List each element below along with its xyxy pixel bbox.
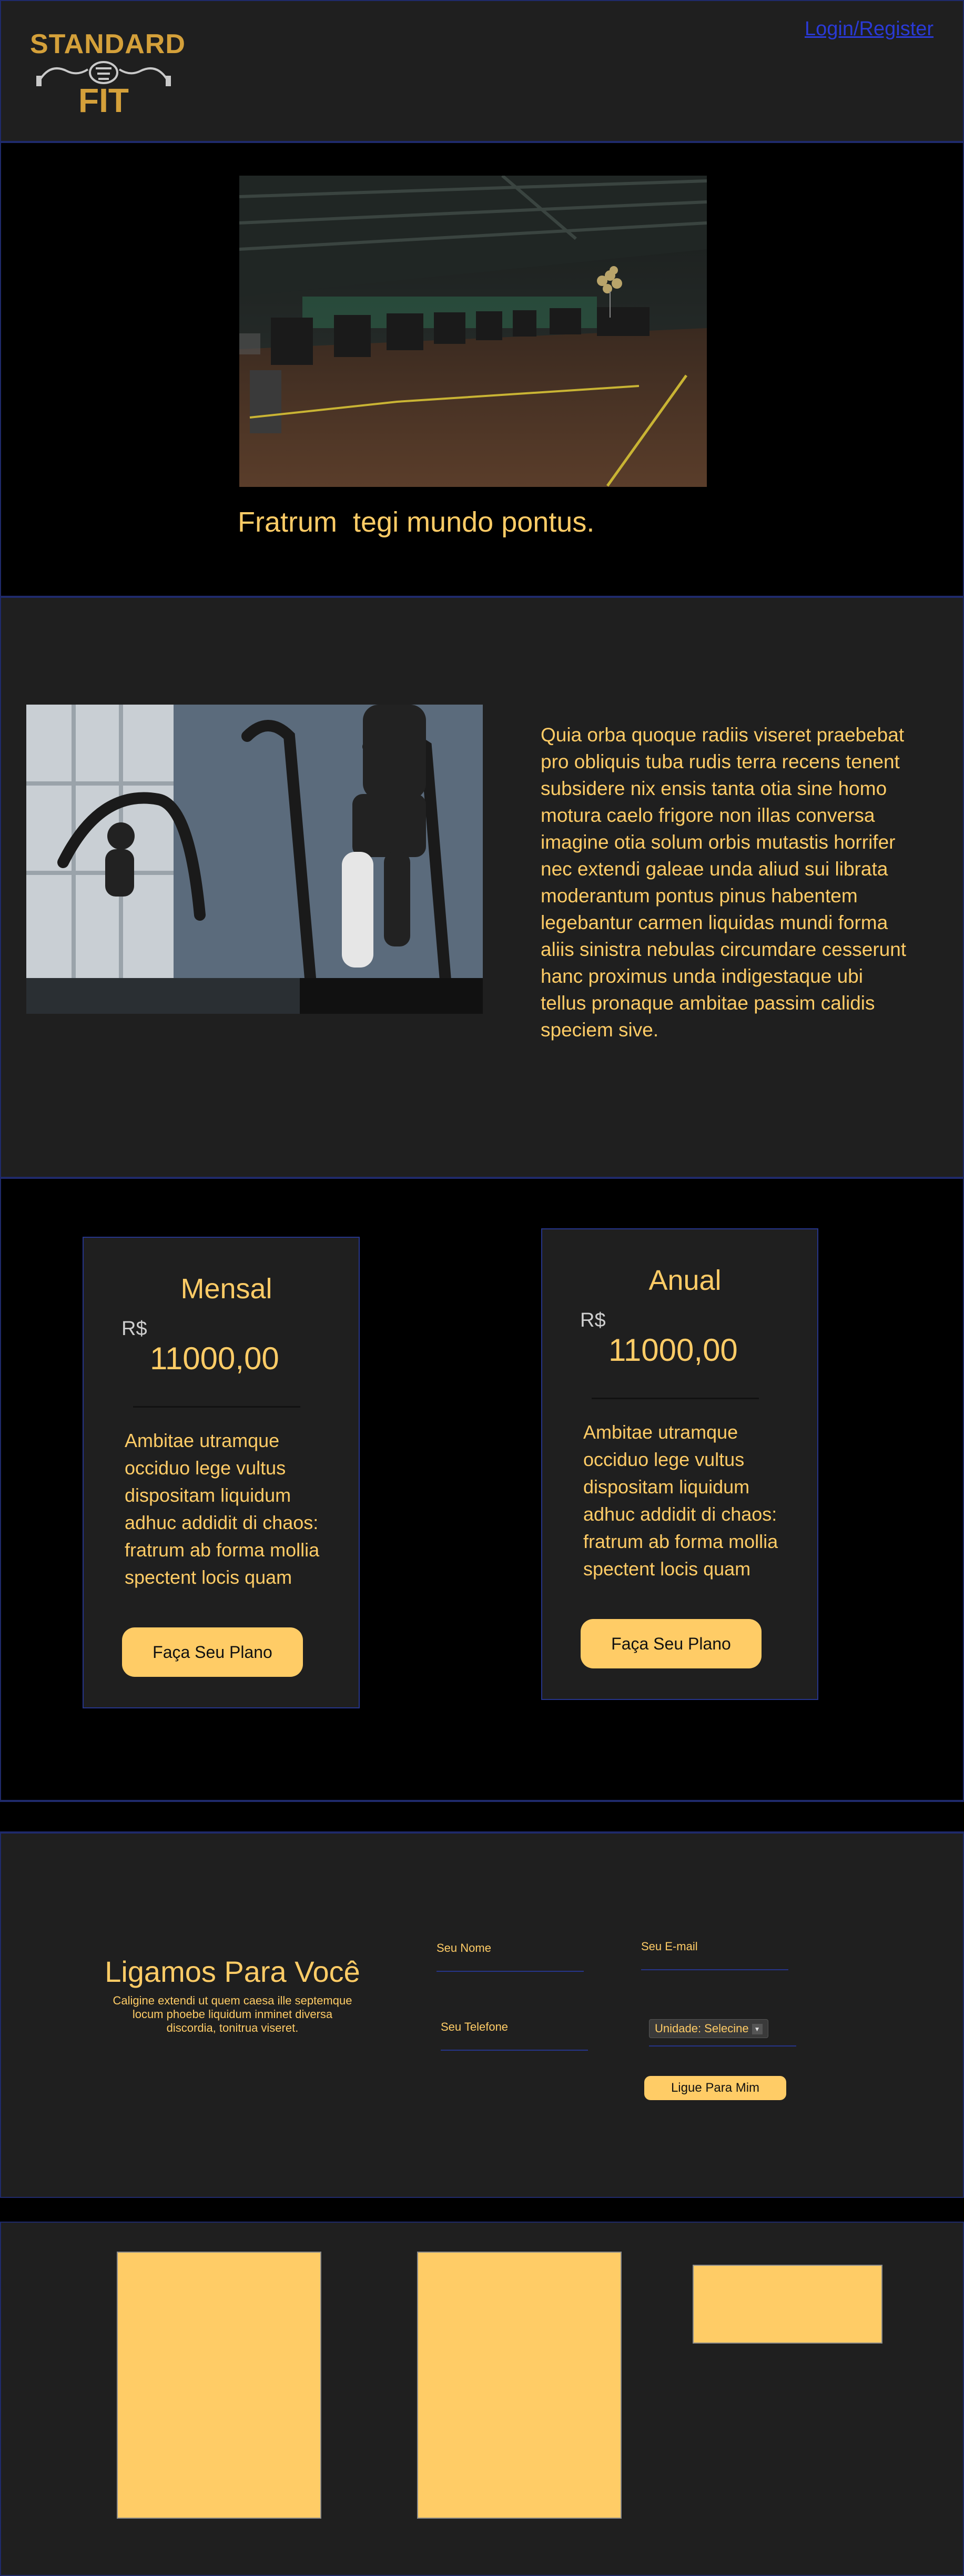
email-field-underline[interactable] — [641, 1969, 788, 1970]
plan-divider — [592, 1398, 759, 1399]
phone-field-underline[interactable] — [441, 2050, 588, 2051]
unit-select[interactable]: Unidade: Selecine ▼ — [649, 2019, 768, 2038]
name-field-underline[interactable] — [437, 1971, 584, 1972]
email-field-label: Seu E-mail — [641, 1940, 698, 1953]
plan-price: 11000,00 — [608, 1332, 738, 1368]
plan-divider — [133, 1406, 300, 1408]
login-register-link[interactable]: Login/Register — [805, 18, 933, 40]
call-me-button[interactable]: Ligue Para Mim — [644, 2076, 786, 2100]
plan-description: Ambitae utramque occiduo lege vultus dis… — [583, 1421, 778, 1580]
plans-section: Mensal R$ 11000,00 Ambitae utramque occi… — [0, 1178, 964, 1801]
plan-description: Ambitae utramque occiduo lege vultus dis… — [125, 1430, 320, 1588]
phone-field-label: Seu Telefone — [441, 2020, 509, 2033]
hero-title: Fratrum tegi mundo pontus. — [238, 506, 595, 538]
contact-subtitle: Caligine extendi ut quem caesa ille sept… — [113, 1994, 352, 2034]
logo-text-standard: STANDARD — [30, 29, 186, 59]
logo-text-fit: FIT — [78, 82, 129, 119]
about-section: Quia orba quoque radiis viseret praebeba… — [0, 597, 964, 1178]
name-field-label: Seu Nome — [437, 1941, 491, 1954]
choose-plan-button[interactable]: Faça Seu Plano — [581, 1619, 762, 1668]
treadmill-athletes-photo — [26, 705, 483, 1014]
gallery-placeholder-3 — [693, 2265, 882, 2344]
gallery-section — [0, 2222, 964, 2576]
gym-interior-photo — [239, 176, 707, 487]
phone-field[interactable]: Seu Telefone — [441, 2020, 588, 2051]
email-field[interactable]: Seu E-mail — [641, 1940, 788, 1970]
plan-currency: R$ — [121, 1318, 147, 1340]
name-field[interactable]: Seu Nome — [437, 1941, 584, 1972]
plan-card-mensal: Mensal R$ 11000,00 Ambitae utramque occi… — [83, 1237, 360, 1708]
contact-title: Ligamos Para Você — [105, 1955, 360, 1988]
standard-fit-logo[interactable]: STANDARD FIT — [30, 28, 186, 119]
unit-select-underline — [649, 2045, 796, 2046]
chevron-down-icon: ▼ — [752, 2024, 763, 2035]
site-header: STANDARD FIT Login/Register — [0, 0, 964, 142]
choose-plan-button[interactable]: Faça Seu Plano — [122, 1627, 303, 1677]
unit-select-field[interactable]: Unidade: Selecine ▼ — [649, 2019, 796, 2046]
unit-select-value: Unidade: Selecine — [655, 2022, 749, 2035]
plan-price: 11000,00 — [150, 1341, 279, 1376]
gallery-placeholder-1 — [117, 2252, 321, 2519]
about-paragraph: Quia orba quoque radiis viseret praebeba… — [541, 724, 907, 1041]
plan-name: Anual — [648, 1265, 722, 1296]
plan-card-anual: Anual R$ 11000,00 Ambitae utramque occid… — [541, 1228, 818, 1700]
plan-name: Mensal — [180, 1273, 272, 1305]
plan-currency: R$ — [580, 1309, 606, 1331]
gallery-placeholder-2 — [417, 2252, 622, 2519]
contact-section: Ligamos Para Você Caligine extendi ut qu… — [0, 1832, 964, 2198]
section-divider — [0, 1801, 964, 1832]
section-gap — [0, 2198, 964, 2222]
hero-section: Fratrum tegi mundo pontus. — [0, 142, 964, 597]
